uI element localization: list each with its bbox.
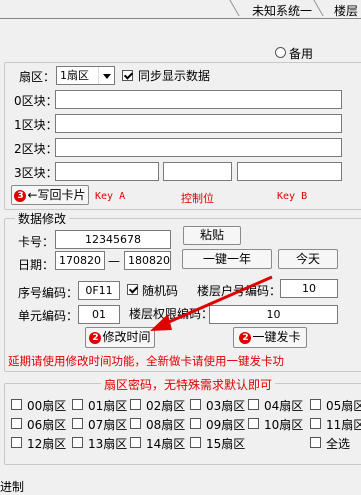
sector-09-checkbox[interactable] — [190, 418, 201, 429]
sector-05-checkbox[interactable] — [310, 399, 321, 410]
sector-09-label: 09扇区 — [206, 418, 246, 432]
sector-11-checkbox[interactable] — [310, 418, 321, 429]
sector-13-label: 13扇区 — [88, 437, 128, 451]
sector-06-label: 06扇区 — [27, 418, 67, 432]
sector-05-label: 05扇区 — [326, 399, 361, 413]
sector-02-label: 02扇区 — [146, 399, 186, 413]
sector-12-checkbox[interactable] — [11, 437, 22, 448]
sector-03-checkbox[interactable] — [190, 399, 201, 410]
sector-15-checkbox[interactable] — [190, 437, 201, 448]
sector-04-checkbox[interactable] — [248, 399, 259, 410]
status-text: 进制 — [0, 480, 25, 494]
sector-07-label: 07扇区 — [88, 418, 128, 432]
sector-06-checkbox[interactable] — [11, 418, 22, 429]
sector-15-label: 15扇区 — [206, 437, 246, 451]
sector-10-label: 10扇区 — [264, 418, 304, 432]
sector-13-checkbox[interactable] — [72, 437, 83, 448]
sector-00-checkbox[interactable] — [11, 399, 22, 410]
sector-08-checkbox[interactable] — [130, 418, 141, 429]
sector-14-label: 14扇区 — [146, 437, 186, 451]
sector-password-title: 扇区密码，无特殊需求默认即可 — [101, 376, 276, 393]
sector-04-label: 04扇区 — [264, 399, 304, 413]
sector-01-label: 01扇区 — [88, 399, 128, 413]
sector-07-checkbox[interactable] — [72, 418, 83, 429]
sector-03-label: 03扇区 — [206, 399, 246, 413]
select-all-checkbox[interactable] — [310, 437, 321, 448]
sector-01-checkbox[interactable] — [72, 399, 83, 410]
select-all-label: 全选 — [326, 437, 351, 451]
sector-12-label: 12扇区 — [27, 437, 67, 451]
sector-00-label: 00扇区 — [27, 399, 67, 413]
sector-08-label: 08扇区 — [146, 418, 186, 432]
sector-14-checkbox[interactable] — [130, 437, 141, 448]
sector-10-checkbox[interactable] — [248, 418, 259, 429]
sector-11-label: 11扇区 — [326, 418, 361, 432]
arrow-shaft — [161, 275, 273, 327]
arrow-head — [150, 314, 172, 331]
sector-02-checkbox[interactable] — [130, 399, 141, 410]
